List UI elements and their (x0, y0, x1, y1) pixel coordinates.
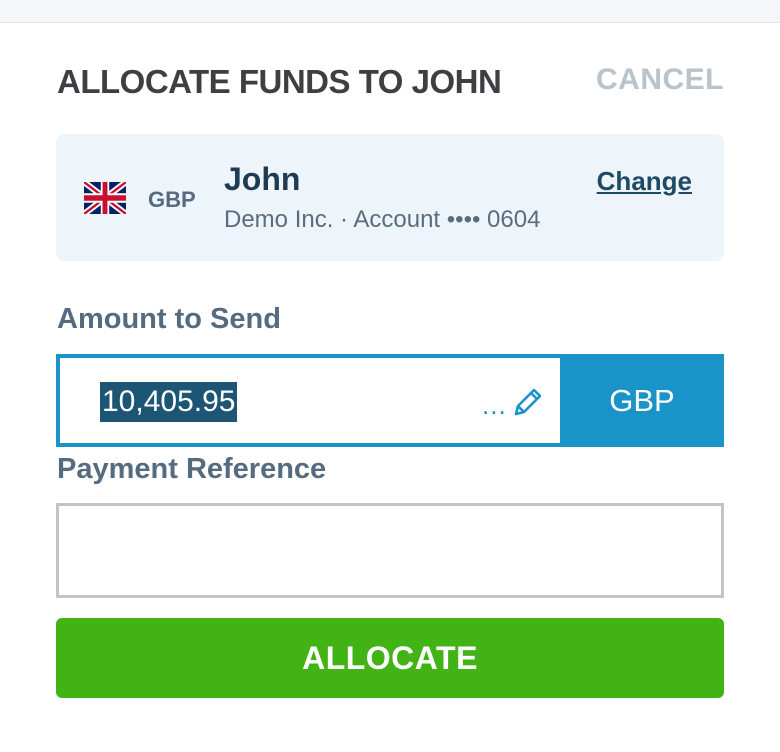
payment-reference-input[interactable] (56, 503, 724, 598)
amount-input[interactable]: 10,405.95 ... (60, 358, 560, 443)
recipient-card: GBP John Demo Inc. · Account •••• 0604 C… (56, 134, 724, 261)
ellipsis: ... (482, 390, 507, 420)
amount-value-selected[interactable]: 10,405.95 (100, 382, 238, 422)
top-bar (0, 0, 780, 23)
pencil-icon[interactable] (510, 384, 546, 420)
edit-amount-control[interactable]: ... (476, 382, 546, 422)
amount-currency-select[interactable]: GBP (560, 354, 724, 447)
amount-label: Amount to Send (57, 303, 281, 335)
recipient-account-details: Demo Inc. · Account •••• 0604 (224, 206, 541, 233)
page-title: ALLOCATE FUNDS TO JOHN (57, 63, 502, 100)
change-recipient-link[interactable]: Change (597, 166, 692, 197)
recipient-currency: GBP (148, 187, 196, 212)
recipient-name: John (224, 161, 301, 197)
amount-input-group: 10,405.95 ... GBP (56, 354, 724, 447)
allocate-button[interactable]: ALLOCATE (56, 618, 724, 698)
uk-flag-icon (84, 182, 126, 214)
payment-reference-label: Payment Reference (57, 453, 327, 485)
cancel-button[interactable]: CANCEL (596, 63, 724, 97)
